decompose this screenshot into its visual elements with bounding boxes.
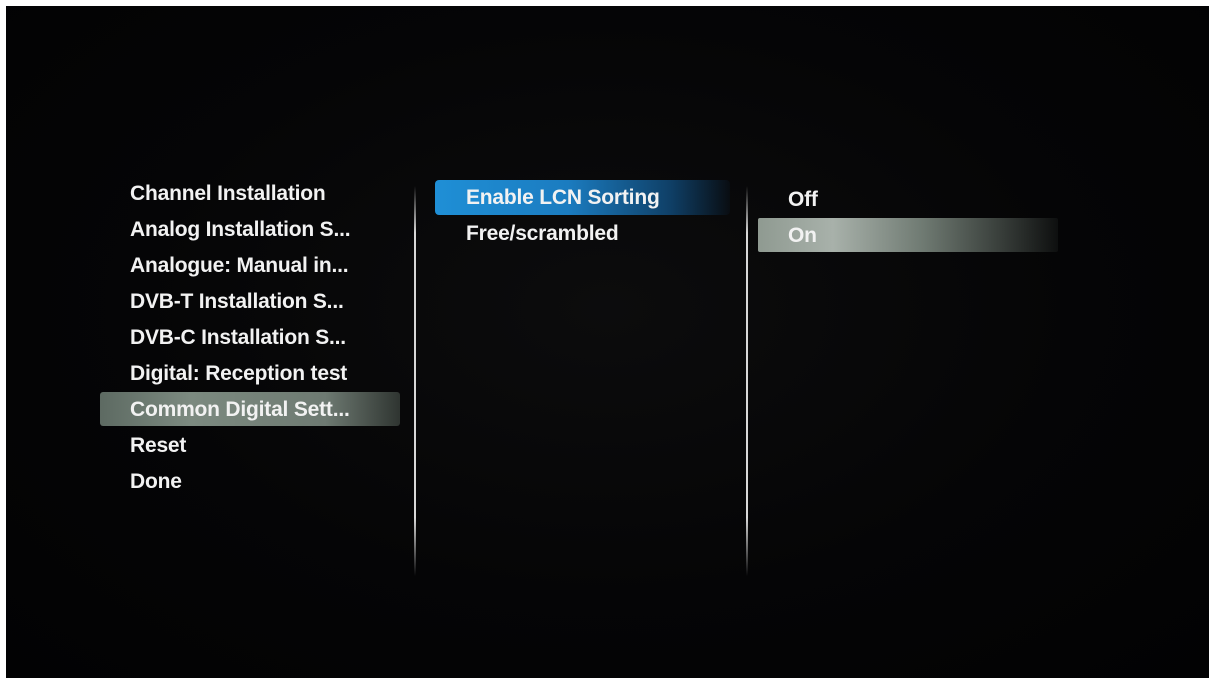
- lcn-sorting-options: Off On: [6, 6, 1209, 678]
- option-off[interactable]: Off: [788, 182, 818, 218]
- option-on[interactable]: On: [788, 218, 817, 254]
- tv-screen: Channel Installation Analog Installation…: [6, 6, 1209, 678]
